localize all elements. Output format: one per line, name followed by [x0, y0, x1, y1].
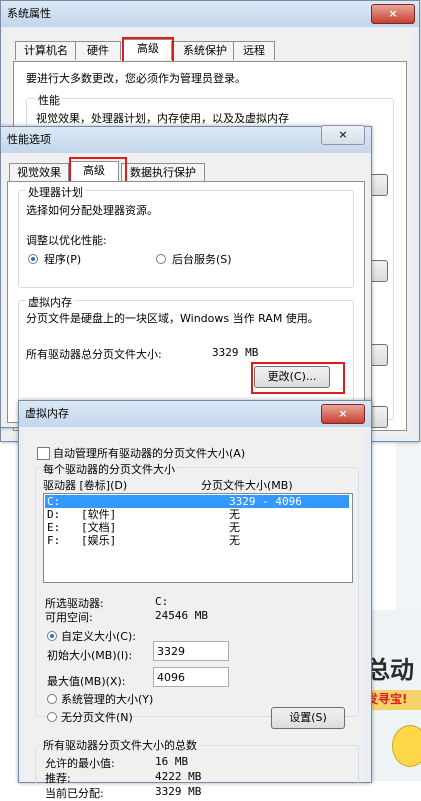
min-allowed-value: 16 MB	[155, 755, 189, 768]
settings-button-2[interactable]	[370, 260, 388, 282]
program-radio-label: 程序(P)	[44, 253, 82, 266]
performance-options-window: 性能选项 × 视觉效果 高级 数据执行保护 处理器计划 选择如何分配处理器资源。…	[0, 125, 372, 428]
drive-row[interactable]: F: [娱乐] 无	[45, 534, 349, 547]
initial-size-label: 初始大小(MB)(I):	[47, 649, 133, 662]
current-allocated-value: 3329 MB	[155, 785, 202, 798]
tab-hardware[interactable]: 硬件	[75, 41, 121, 60]
background-mascot-image	[392, 725, 421, 767]
highlight-change-button	[251, 362, 345, 394]
vm-total-value: 3329 MB	[212, 346, 259, 359]
custom-size-radio[interactable]	[47, 631, 57, 641]
optimize-label: 调整以优化性能:	[26, 234, 107, 247]
recommended-label: 推荐:	[45, 772, 71, 785]
performance-options-client: 视觉效果 高级 数据执行保护 处理器计划 选择如何分配处理器资源。 调整以优化性…	[1, 153, 369, 425]
drive-row[interactable]: D: [软件] 无	[45, 508, 349, 521]
env-button[interactable]	[370, 406, 388, 428]
tab-computer-name[interactable]: 计算机名	[15, 41, 77, 60]
initial-size-input[interactable]: 3329	[153, 641, 229, 661]
virtual-memory-description: 分页文件是硬盘上的一块区域，Windows 当作 RAM 使用。	[26, 312, 319, 325]
performance-description: 视觉效果，处理器计划，内存使用，以及及虚拟内存	[36, 112, 289, 125]
tab-visual-effects[interactable]: 视觉效果	[9, 163, 69, 182]
free-space-label: 可用空间:	[45, 611, 93, 624]
performance-options-titlebar: 性能选项	[1, 127, 371, 153]
performance-group-title: 性能	[36, 92, 62, 108]
max-size-input[interactable]: 4096	[153, 667, 229, 687]
selected-drive-value: C:	[155, 595, 169, 608]
background-promo-text: 总动	[366, 656, 414, 684]
custom-size-label: 自定义大小(C):	[61, 630, 136, 643]
system-managed-radio[interactable]	[47, 694, 57, 704]
system-properties-close-button[interactable]: ×	[371, 4, 415, 24]
free-space-value: 24546 MB	[155, 609, 208, 622]
virtual-memory-close-button[interactable]: ×	[321, 404, 365, 424]
max-size-label: 最大值(MB)(X):	[47, 675, 126, 688]
drive-row[interactable]: C: 3329 - 4096	[45, 495, 349, 508]
settings-button-1[interactable]	[370, 174, 388, 196]
system-managed-label: 系统管理的大小(Y)	[61, 693, 154, 706]
auto-manage-label: 自动管理所有驱动器的分页文件大小(A)	[53, 447, 246, 460]
no-paging-label: 无分页文件(N)	[61, 711, 133, 724]
settings-button-3[interactable]	[370, 344, 388, 366]
performance-options-title: 性能选项	[7, 133, 51, 146]
virtual-memory-window: 虚拟内存 × 自动管理所有驱动器的分页文件大小(A) 每个驱动器的分页文件大小 …	[18, 400, 372, 800]
background-promo-badge: 发寻宝!	[366, 690, 421, 710]
background-services-radio[interactable]	[156, 254, 166, 264]
system-properties-titlebar: 系统属性	[1, 1, 419, 27]
system-properties-title: 系统属性	[7, 7, 51, 20]
size-column-header: 分页文件大小(MB)	[201, 479, 293, 492]
background-services-label: 后台服务(S)	[172, 253, 232, 266]
current-allocated-label: 当前已分配:	[45, 787, 104, 800]
min-allowed-label: 允许的最小值:	[45, 757, 115, 770]
vm-total-label: 所有驱动器总分页文件大小:	[26, 348, 162, 361]
program-radio[interactable]	[28, 254, 38, 264]
total-group-title: 所有驱动器分页文件大小的总数	[41, 737, 199, 753]
virtual-memory-group-title: 虚拟内存	[26, 294, 74, 310]
virtual-memory-titlebar: 虚拟内存	[19, 401, 371, 427]
drive-column-header: 驱动器 [卷标](D)	[43, 479, 128, 492]
auto-manage-checkbox[interactable]	[37, 447, 50, 460]
processor-description: 选择如何分配处理器资源。	[26, 204, 158, 217]
virtual-memory-client: 自动管理所有驱动器的分页文件大小(A) 每个驱动器的分页文件大小 驱动器 [卷标…	[23, 427, 365, 800]
no-paging-radio[interactable]	[47, 712, 57, 722]
per-drive-group-title: 每个驱动器的分页文件大小	[41, 461, 177, 477]
recommended-value: 4222 MB	[155, 770, 202, 783]
performance-options-close-button[interactable]: ×	[321, 125, 365, 145]
admin-note: 要进行大多数更改，您必须作为管理员登录。	[26, 72, 246, 85]
processor-group-title: 处理器计划	[26, 184, 85, 200]
tab-dep[interactable]: 数据执行保护	[121, 163, 205, 182]
set-button[interactable]: 设置(S)	[271, 707, 345, 729]
drive-list[interactable]: C: 3329 - 4096 D: [软件] 无 E: [文档] 无 F: [娱…	[43, 493, 353, 583]
virtual-memory-title: 虚拟内存	[25, 407, 69, 420]
tab-system-protection[interactable]: 系统保护	[171, 41, 239, 60]
drive-row[interactable]: E: [文档] 无	[45, 521, 349, 534]
performance-options-panel: 处理器计划 选择如何分配处理器资源。 调整以优化性能: 程序(P) 后台服务(S…	[7, 181, 365, 423]
tab-remote[interactable]: 远程	[233, 41, 275, 60]
